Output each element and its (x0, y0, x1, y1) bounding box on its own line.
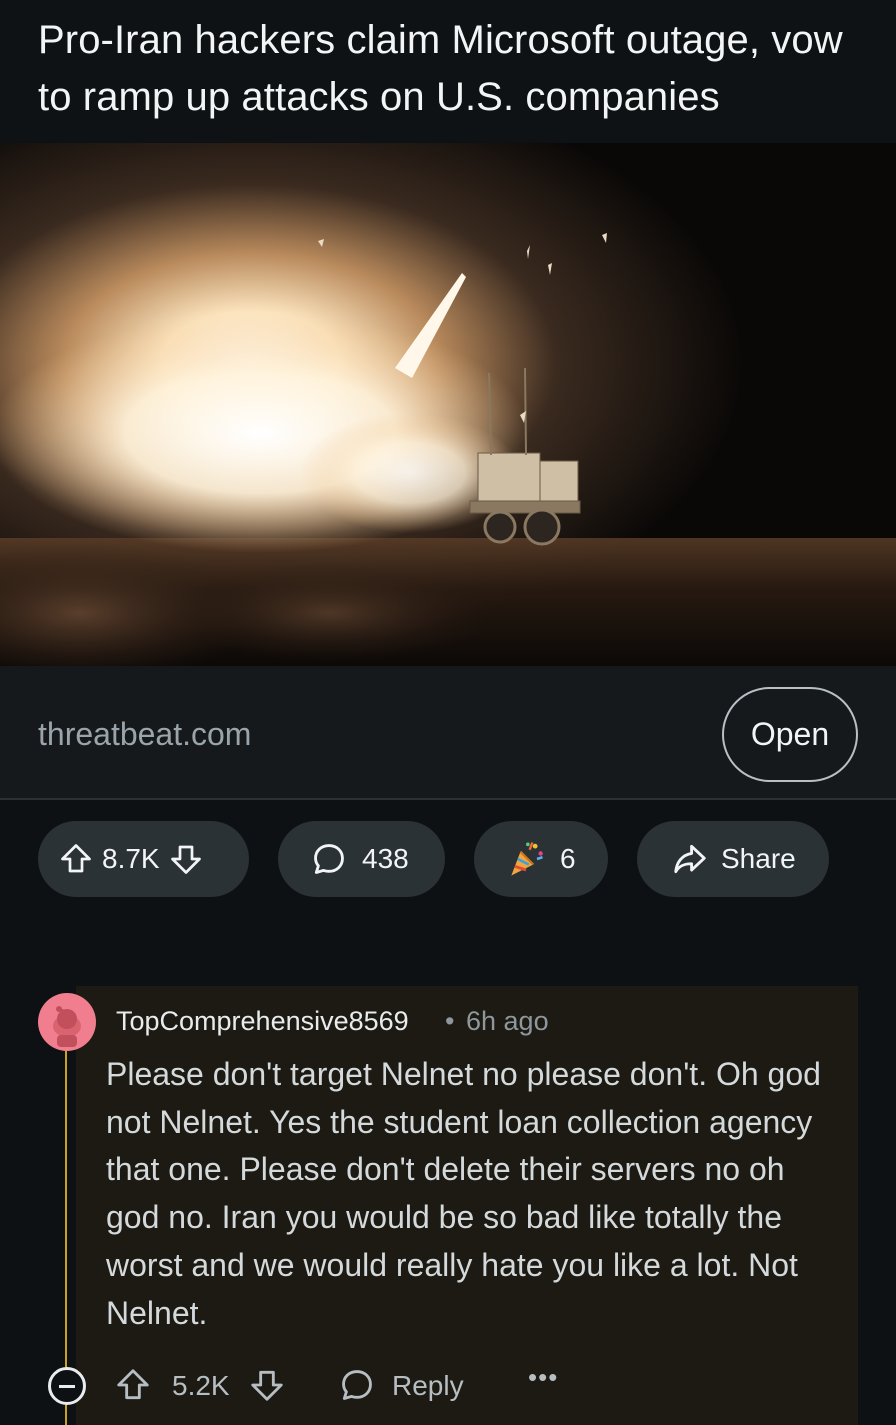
comment-author[interactable]: TopComprehensive8569 (116, 1005, 409, 1037)
award-icon (504, 837, 548, 881)
missile-launch-image (0, 143, 896, 666)
downvote-icon[interactable] (168, 841, 204, 877)
avatar[interactable] (38, 993, 96, 1051)
reply-icon[interactable] (338, 1366, 376, 1409)
meta-separator: • (445, 1006, 455, 1036)
comment-downvote-icon[interactable] (248, 1366, 286, 1409)
post-title[interactable]: Pro-Iran hackers claim Microsoft outage,… (38, 12, 878, 126)
award-button[interactable]: 6 (474, 821, 608, 897)
more-icon[interactable]: ••• (528, 1362, 558, 1393)
award-count: 6 (560, 843, 576, 874)
post-vote-bar: 8.7K (38, 821, 249, 897)
post-page: Pro-Iran hackers claim Microsoft outage,… (0, 0, 896, 1425)
comment-vote-count: 5.2K (172, 1370, 230, 1401)
post-vote-count: 8.7K (102, 843, 160, 874)
snoo-avatar-icon (53, 1006, 81, 1047)
collapse-icon[interactable] (48, 1367, 86, 1405)
reply-button[interactable]: Reply (392, 1369, 464, 1403)
comment-body: Please don't target Nelnet no please don… (106, 1056, 821, 1331)
comment-icon (310, 840, 348, 878)
comment-count: 438 (362, 843, 409, 874)
share-icon (671, 840, 709, 878)
upvote-icon[interactable] (58, 841, 94, 877)
comment-upvote-icon[interactable] (114, 1366, 152, 1409)
link-domain[interactable]: threatbeat.com (38, 714, 251, 754)
post-header: Pro-Iran hackers claim Microsoft outage,… (0, 0, 896, 142)
comment-time: 6h ago (466, 1006, 549, 1036)
post-image[interactable] (0, 143, 896, 666)
share-button[interactable]: Share (637, 821, 829, 897)
open-link-button[interactable]: Open (722, 687, 858, 782)
comments-button[interactable]: 438 (278, 821, 445, 897)
share-label: Share (721, 843, 796, 874)
